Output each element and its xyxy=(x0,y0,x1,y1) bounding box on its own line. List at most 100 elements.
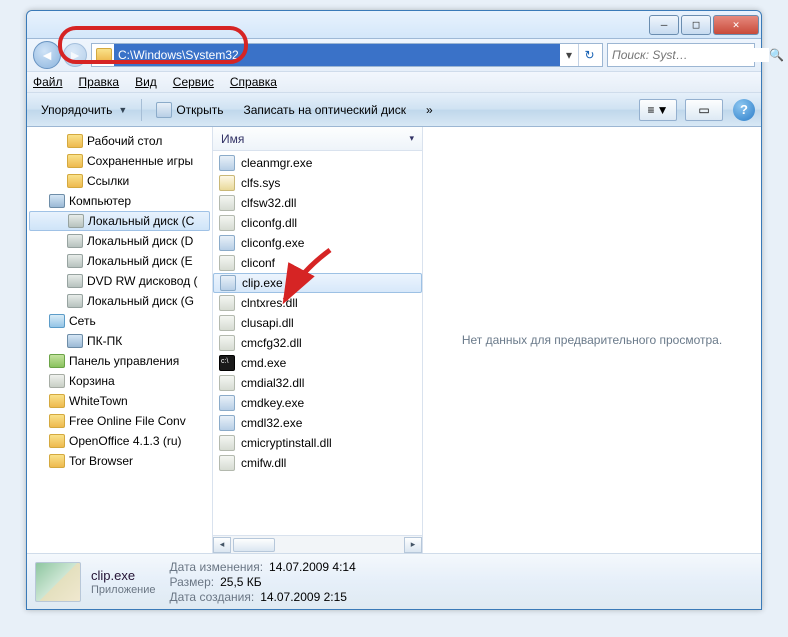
preview-pane: Нет данных для предварительного просмотр… xyxy=(423,127,761,553)
file-row[interactable]: cmd.exe xyxy=(213,353,422,373)
file-row[interactable]: clfsw32.dll xyxy=(213,193,422,213)
horizontal-scrollbar[interactable]: ◂ ▸ xyxy=(213,535,422,553)
tree-node[interactable]: Рабочий стол xyxy=(27,131,212,151)
file-icon xyxy=(219,415,235,431)
open-button[interactable]: Открыть xyxy=(148,97,231,123)
menu-edit[interactable]: Правка xyxy=(79,75,120,89)
tree-node[interactable]: Корзина xyxy=(27,371,212,391)
tree-node[interactable]: Компьютер xyxy=(27,191,212,211)
tree-label: Сеть xyxy=(69,314,96,328)
menu-view[interactable]: Вид xyxy=(135,75,157,89)
address-input[interactable] xyxy=(114,44,560,66)
tree-node[interactable]: Локальный диск (E xyxy=(27,251,212,271)
maximize-button[interactable]: □ xyxy=(681,15,711,35)
address-dropdown[interactable]: ▾ xyxy=(560,48,578,62)
file-name: cliconf xyxy=(241,256,275,270)
content-body: Рабочий столСохраненные игрыСсылкиКомпью… xyxy=(27,127,761,553)
tree-label: DVD RW дисковод ( xyxy=(87,274,198,288)
file-name: clusapi.dll xyxy=(241,316,294,330)
titlebar[interactable]: — □ ✕ xyxy=(27,11,761,39)
address-bar[interactable]: ▾ ↻ xyxy=(91,43,603,67)
file-row[interactable]: cmicryptinstall.dll xyxy=(213,433,422,453)
cp-icon xyxy=(49,354,65,368)
search-box[interactable]: 🔍 xyxy=(607,43,755,67)
column-header-name[interactable]: Имя▾ xyxy=(213,127,422,151)
search-input[interactable] xyxy=(612,48,769,62)
details-modified-value: 14.07.2009 4:14 xyxy=(269,560,356,574)
details-filetype: Приложение xyxy=(91,584,156,596)
menu-help[interactable]: Справка xyxy=(230,75,277,89)
tree-label: Панель управления xyxy=(69,354,179,368)
tree-node[interactable]: Сеть xyxy=(27,311,212,331)
file-row[interactable]: clusapi.dll xyxy=(213,313,422,333)
tree-node[interactable]: ПК-ПК xyxy=(27,331,212,351)
help-button[interactable]: ? xyxy=(733,99,755,121)
back-button[interactable]: ◄ xyxy=(33,41,61,69)
folder-icon xyxy=(67,154,83,168)
minimize-button[interactable]: — xyxy=(649,15,679,35)
organize-button[interactable]: Упорядочить▼ xyxy=(33,97,135,123)
file-row[interactable]: clip.exe xyxy=(213,273,422,293)
tree-node[interactable]: Локальный диск (G xyxy=(27,291,212,311)
file-row[interactable]: cmcfg32.dll xyxy=(213,333,422,353)
tree-node[interactable]: OpenOffice 4.1.3 (ru) xyxy=(27,431,212,451)
scroll-left-button[interactable]: ◂ xyxy=(213,537,231,553)
file-icon xyxy=(219,155,235,171)
details-size-value: 25,5 КБ xyxy=(220,575,262,589)
file-row[interactable]: cmdkey.exe xyxy=(213,393,422,413)
tree-node[interactable]: Ссылки xyxy=(27,171,212,191)
tree-node[interactable]: Free Online File Conv xyxy=(27,411,212,431)
pc-icon xyxy=(49,194,65,208)
tree-node[interactable]: Панель управления xyxy=(27,351,212,371)
file-row[interactable]: cleanmgr.exe xyxy=(213,153,422,173)
file-icon xyxy=(219,335,235,351)
toolbar: Упорядочить▼ Открыть Записать на оптичес… xyxy=(27,93,761,127)
tree-node[interactable]: Локальный диск (C xyxy=(29,211,210,231)
tree-node[interactable]: Tor Browser xyxy=(27,451,212,471)
app-icon xyxy=(156,102,172,118)
file-name: cleanmgr.exe xyxy=(241,156,312,170)
preview-pane-button[interactable]: ▭ xyxy=(685,99,723,121)
menu-tools[interactable]: Сервис xyxy=(173,75,214,89)
file-row[interactable]: clntxres.dll xyxy=(213,293,422,313)
search-icon[interactable]: 🔍 xyxy=(769,48,784,62)
tree-node[interactable]: WhiteTown xyxy=(27,391,212,411)
file-row[interactable]: cmdl32.exe xyxy=(213,413,422,433)
tree-node[interactable]: Локальный диск (D xyxy=(27,231,212,251)
tree-node[interactable]: Сохраненные игры xyxy=(27,151,212,171)
refresh-button[interactable]: ↻ xyxy=(578,44,600,66)
file-name: cmcfg32.dll xyxy=(241,336,302,350)
nav-tree[interactable]: Рабочий столСохраненные игрыСсылкиКомпью… xyxy=(27,127,213,553)
close-button[interactable]: ✕ xyxy=(713,15,759,35)
file-name: cmdl32.exe xyxy=(241,416,302,430)
tree-label: OpenOffice 4.1.3 (ru) xyxy=(69,434,182,448)
file-thumbnail xyxy=(35,562,81,602)
folder-icon xyxy=(67,134,83,148)
folder-icon xyxy=(49,454,65,468)
tree-label: Free Online File Conv xyxy=(69,414,186,428)
details-filename: clip.exe xyxy=(91,568,156,583)
burn-button[interactable]: Записать на оптический диск xyxy=(235,97,414,123)
tree-node[interactable]: DVD RW дисковод ( xyxy=(27,271,212,291)
file-name: cmdkey.exe xyxy=(241,396,304,410)
file-row[interactable]: cliconfg.exe xyxy=(213,233,422,253)
tree-label: ПК-ПК xyxy=(87,334,122,348)
file-icon xyxy=(219,255,235,271)
file-list[interactable]: cleanmgr.execlfs.sysclfsw32.dllcliconfg.… xyxy=(213,151,422,535)
forward-button[interactable]: ► xyxy=(63,43,87,67)
menu-file[interactable]: Файл xyxy=(33,75,63,89)
scroll-right-button[interactable]: ▸ xyxy=(404,537,422,553)
scroll-thumb[interactable] xyxy=(233,538,275,552)
file-row[interactable]: cliconfg.dll xyxy=(213,213,422,233)
more-button[interactable]: » xyxy=(418,97,441,123)
file-row[interactable]: clfs.sys xyxy=(213,173,422,193)
file-row[interactable]: cmdial32.dll xyxy=(213,373,422,393)
file-row[interactable]: cliconf xyxy=(213,253,422,273)
tree-label: Локальный диск (E xyxy=(87,254,193,268)
file-icon xyxy=(219,175,235,191)
drive-icon xyxy=(67,254,83,268)
file-icon xyxy=(219,355,235,371)
file-row[interactable]: cmifw.dll xyxy=(213,453,422,473)
file-icon xyxy=(219,455,235,471)
view-mode-button[interactable]: ≡▼ xyxy=(639,99,677,121)
